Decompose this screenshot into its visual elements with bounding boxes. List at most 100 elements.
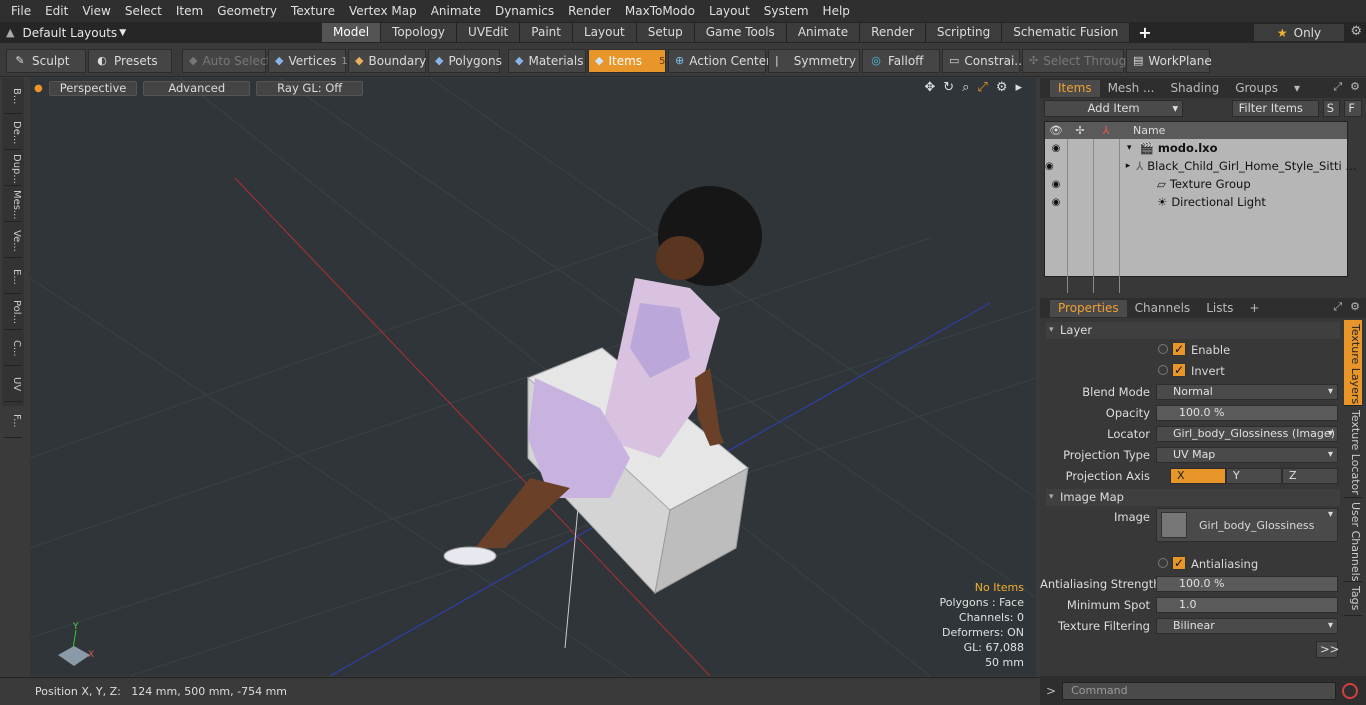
eye-icon[interactable]: ◉ — [1045, 197, 1067, 208]
side-tab-tags[interactable]: Tags — [1344, 582, 1362, 616]
left-tab-duplicate[interactable]: Dup... — [4, 152, 22, 186]
axis-y-option[interactable]: Y — [1226, 468, 1282, 484]
invert-checkbox[interactable]: ✓ — [1172, 363, 1186, 377]
expand-icon[interactable]: ⤢ — [1333, 80, 1342, 94]
tab-layout[interactable]: Layout — [572, 23, 637, 42]
gear-icon[interactable]: ⚙ — [1350, 24, 1362, 39]
tab-scripting[interactable]: Scripting — [925, 23, 1003, 42]
side-tab-texture-locator[interactable]: Texture Locator — [1344, 406, 1362, 498]
chevron-down-icon[interactable]: ▾ — [1286, 80, 1308, 97]
tab-uvedit[interactable]: UVEdit — [457, 23, 521, 42]
select-through-button[interactable]: ✣ Select Through — [1022, 49, 1134, 73]
move-view-icon[interactable]: ✥ — [924, 80, 935, 95]
falloff-button[interactable]: ◎ Falloff — [862, 49, 940, 73]
min-spot-field[interactable]: 1.0 — [1156, 597, 1338, 613]
image-map-section[interactable]: Image Map — [1046, 489, 1340, 506]
symmetry-button[interactable]: | Symmetry — [768, 49, 860, 73]
gear-icon[interactable]: ⚙ — [1350, 300, 1360, 314]
left-tab-mesh[interactable]: Mes... — [4, 188, 22, 222]
tab-model[interactable]: Model — [322, 23, 382, 42]
maximize-icon[interactable]: ⤢ — [977, 80, 987, 95]
sculpt-button[interactable]: ✎ Sculpt — [6, 49, 86, 73]
s-button[interactable]: S — [1322, 100, 1341, 117]
filter-items-input[interactable]: Filter Items — [1231, 100, 1319, 117]
add-tab-icon[interactable]: + — [1130, 23, 1159, 42]
side-tab-user-channels[interactable]: User Channels — [1344, 498, 1362, 582]
tree-row-mesh[interactable]: ◉ ▸ ⅄ Black_Child_Girl_Home_Style_Sitti … — [1045, 157, 1356, 175]
menu-animate[interactable]: Animate — [424, 4, 488, 18]
zoom-view-icon[interactable]: ⌕ — [962, 80, 969, 95]
name-column-header[interactable]: Name — [1119, 124, 1165, 137]
eye-icon[interactable]: ◉ — [1045, 161, 1054, 172]
tab-topology[interactable]: Topology — [381, 23, 458, 42]
auto-select-button[interactable]: ◆ Auto Select — [182, 49, 271, 73]
record-icon[interactable] — [1342, 682, 1359, 699]
tab-lists[interactable]: Lists — [1198, 300, 1241, 317]
expand-triangle-icon[interactable]: ▸ — [1126, 161, 1131, 171]
tab-shading[interactable]: Shading — [1162, 80, 1227, 97]
only-button[interactable]: ★ Only — [1254, 24, 1344, 41]
boundary-button[interactable]: ◆ Boundary — [348, 49, 426, 73]
enable-radio[interactable] — [1158, 344, 1168, 354]
tab-render[interactable]: Render — [860, 23, 926, 42]
menu-maxtomodo[interactable]: MaxToModo — [618, 4, 702, 18]
texture-filtering-dropdown[interactable]: Bilinear — [1156, 618, 1338, 634]
perspective-button[interactable]: Perspective — [48, 80, 138, 96]
tab-schematic-fusion[interactable]: Schematic Fusion — [1002, 23, 1131, 42]
left-tab-edge[interactable]: E... — [4, 260, 22, 294]
aa-strength-field[interactable]: 100.0 % — [1156, 576, 1338, 592]
axis-z-option[interactable]: Z — [1282, 468, 1338, 484]
tab-items[interactable]: Items — [1050, 79, 1100, 97]
left-tab-basic[interactable]: B... — [4, 80, 22, 114]
left-tab-fusion[interactable]: F... — [4, 404, 22, 438]
left-tab-deform[interactable]: De... — [4, 116, 22, 150]
menu-dynamics[interactable]: Dynamics — [488, 4, 561, 18]
axis-x-option[interactable]: X — [1170, 468, 1226, 484]
expand-icon[interactable]: ⤢ — [1333, 300, 1342, 314]
side-tab-texture-layers[interactable]: Texture Layers — [1344, 320, 1362, 406]
tab-groups[interactable]: Groups — [1227, 80, 1286, 97]
tree-row-texture-group[interactable]: ◉ ▱ Texture Group — [1045, 175, 1347, 193]
tab-properties[interactable]: Properties — [1050, 299, 1127, 317]
blend-mode-dropdown[interactable]: Normal — [1156, 384, 1338, 400]
menu-vertex-map[interactable]: Vertex Map — [342, 4, 424, 18]
raygl-button[interactable]: Ray GL: Off — [256, 80, 364, 96]
menu-render[interactable]: Render — [561, 4, 618, 18]
add-item-button[interactable]: Add Item ▾ — [1044, 100, 1184, 117]
left-tab-curve[interactable]: C... — [4, 332, 22, 366]
command-input[interactable]: Command — [1062, 681, 1337, 700]
3d-viewport[interactable]: Y X ● Perspective Advanced Ray GL: Off ✥… — [30, 78, 1036, 676]
eye-icon[interactable]: ◉ — [1045, 179, 1067, 190]
polygons-button[interactable]: ◆ Polygons — [428, 49, 502, 73]
add-tab-icon[interactable]: + — [1241, 300, 1267, 317]
advanced-button[interactable]: Advanced — [143, 80, 251, 96]
gear-icon[interactable]: ⚙ — [996, 80, 1008, 95]
menu-file[interactable]: File — [4, 4, 38, 18]
tree-row-scene[interactable]: ◉ ▾ 🎬 modo.lxo — [1045, 139, 1347, 157]
antialiasing-checkbox[interactable]: ✓ — [1172, 556, 1186, 570]
constraints-button[interactable]: ▭ Constrai... — [942, 49, 1026, 73]
antialiasing-radio[interactable] — [1158, 558, 1168, 568]
more-button[interactable]: >> — [1316, 641, 1339, 658]
eye-icon[interactable]: ◉ — [1045, 143, 1067, 154]
tab-animate[interactable]: Animate — [786, 23, 861, 42]
tab-mesh[interactable]: Mesh ... — [1100, 80, 1163, 97]
locator-dropdown[interactable]: Girl_body_Glossiness (Image) ( ... — [1156, 426, 1338, 442]
expand-triangle-icon[interactable]: ▾ — [1127, 143, 1132, 153]
enable-checkbox[interactable]: ✓ — [1172, 342, 1186, 356]
menu-layout[interactable]: Layout — [702, 4, 757, 18]
presets-button[interactable]: ◐ Presets — [88, 49, 172, 73]
play-arrow-icon[interactable]: ▸ — [1015, 80, 1022, 95]
tab-channels[interactable]: Channels — [1127, 300, 1199, 317]
menu-help[interactable]: Help — [816, 4, 857, 18]
vertices-button[interactable]: ◆ Vertices 1 — [268, 49, 348, 73]
action-center-button[interactable]: ⊕ Action Center — [668, 49, 771, 73]
tab-setup[interactable]: Setup — [636, 23, 695, 42]
tab-game-tools[interactable]: Game Tools — [694, 23, 787, 42]
menu-edit[interactable]: Edit — [38, 4, 75, 18]
left-tab-uv[interactable]: UV — [4, 368, 22, 402]
materials-button[interactable]: ◆ Materials — [508, 49, 586, 73]
tree-row-light[interactable]: ◉ ☀ Directional Light — [1045, 193, 1347, 211]
items-button[interactable]: ◆ Items 5 — [588, 49, 666, 73]
layer-section[interactable]: Layer — [1046, 322, 1340, 339]
